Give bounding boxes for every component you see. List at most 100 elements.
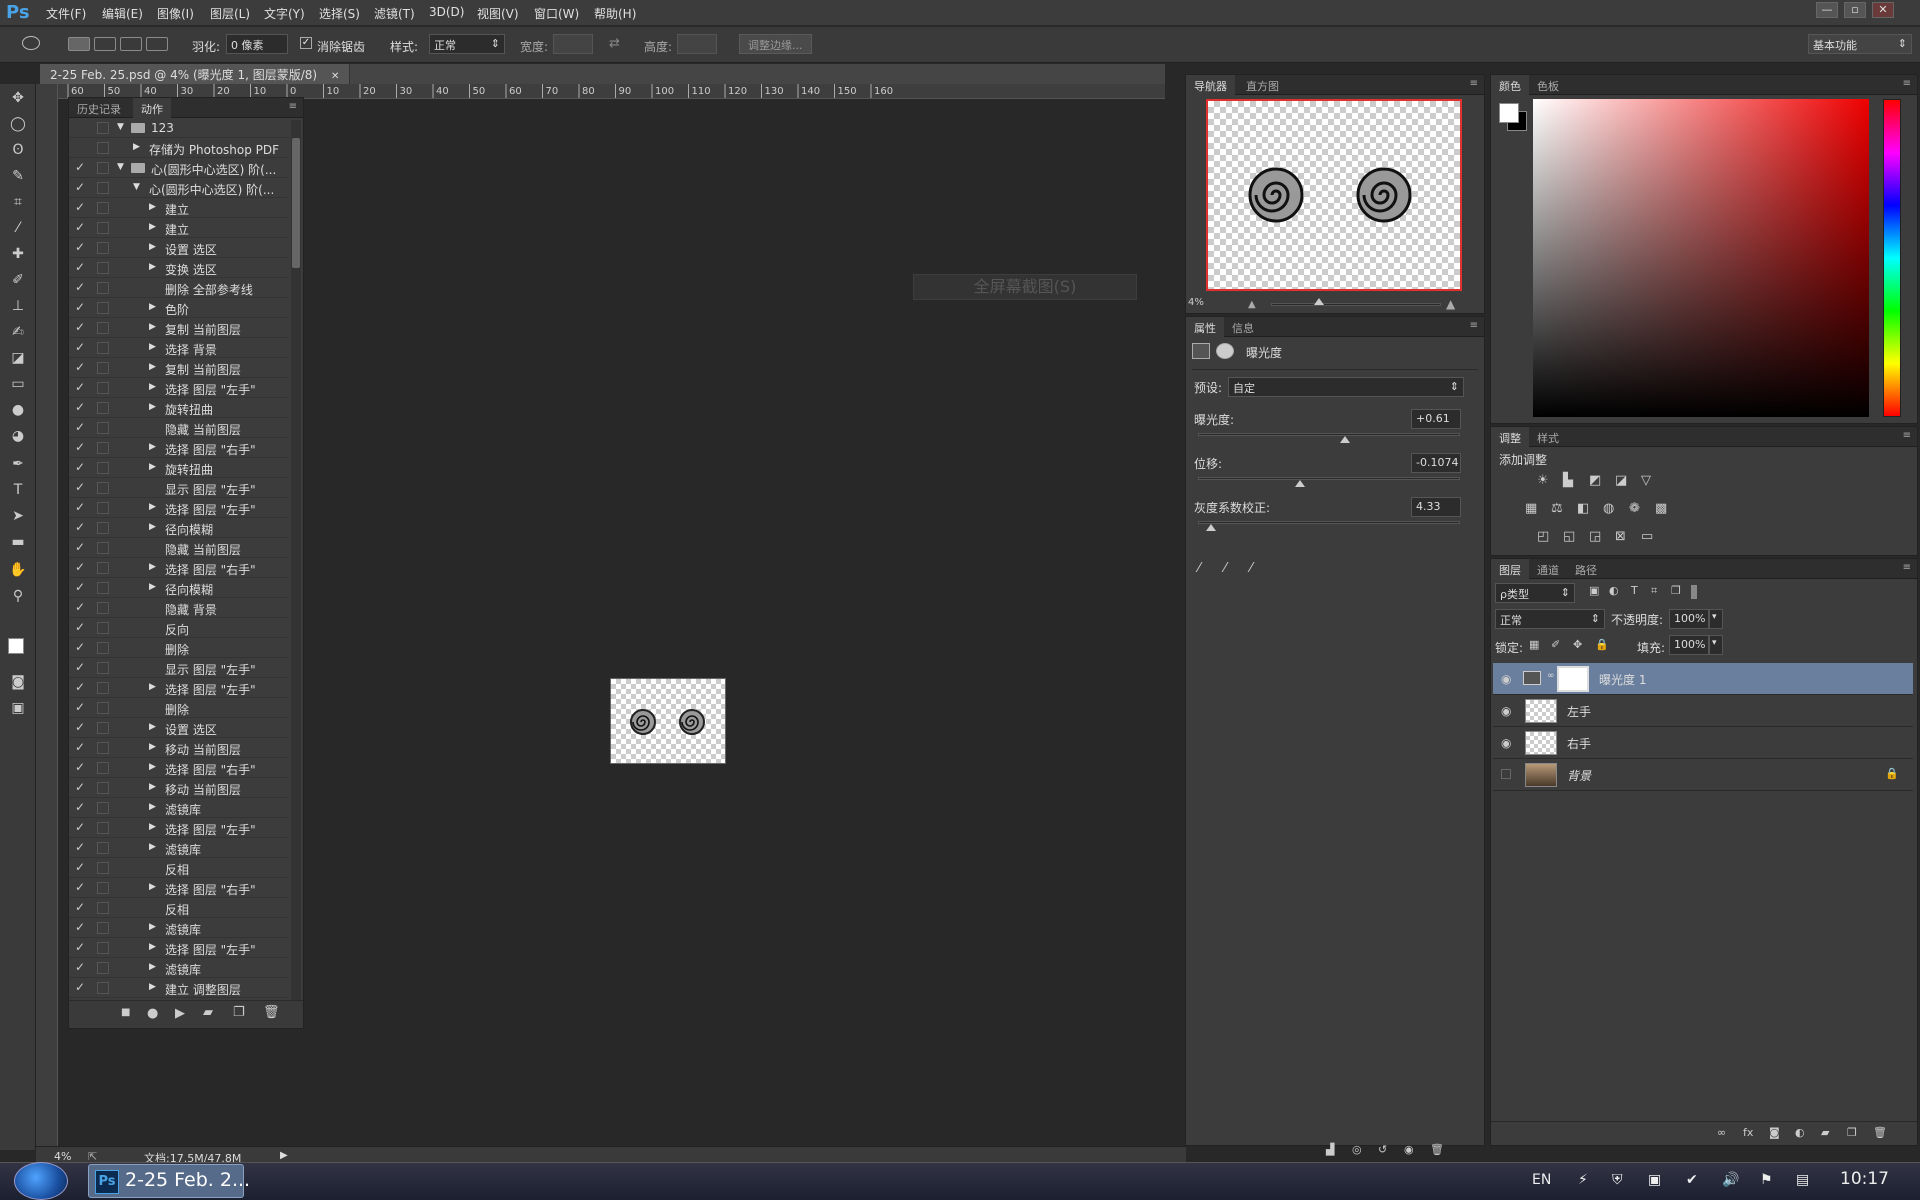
dialog-toggle[interactable]: [97, 122, 109, 134]
eraser-tool-icon[interactable]: ◪: [6, 348, 30, 368]
action-row[interactable]: ▶ 存储为 Photoshop PDF: [69, 138, 289, 158]
expand-right-icon[interactable]: ▶: [149, 322, 156, 332]
dialog-toggle[interactable]: [97, 182, 109, 194]
action-check[interactable]: ✓: [75, 180, 87, 194]
screen-mode-icon[interactable]: ▣: [6, 698, 30, 718]
action-row[interactable]: ✓ ▶ 旋转扭曲: [69, 398, 289, 418]
tab-paths[interactable]: 路径: [1567, 559, 1605, 579]
dialog-toggle[interactable]: [97, 762, 109, 774]
menu-3d[interactable]: 3D(D): [429, 5, 464, 19]
menu-image[interactable]: 图像(I): [157, 5, 194, 22]
action-row[interactable]: ✓ ▶ 选择 图层 "左手": [69, 818, 289, 838]
curves-icon[interactable]: ◩: [1589, 473, 1601, 488]
refine-edge-button[interactable]: 调整边缘...: [739, 34, 812, 54]
tab-color[interactable]: 颜色: [1491, 75, 1529, 95]
offset-input[interactable]: -0.1074: [1411, 453, 1461, 473]
workspace-select[interactable]: 基本功能 ⇕: [1808, 34, 1912, 54]
expand-right-icon[interactable]: ▶: [149, 842, 156, 852]
foreground-color-swatch[interactable]: [8, 638, 24, 654]
tab-adjustments[interactable]: 调整: [1491, 427, 1529, 447]
action-check[interactable]: ✓: [75, 980, 87, 994]
dialog-toggle[interactable]: [97, 402, 109, 414]
fill-input[interactable]: 100%: [1669, 635, 1709, 655]
layer-name[interactable]: 右手: [1567, 735, 1591, 752]
layer-filter-select[interactable]: ρ类型 ⇕: [1495, 583, 1575, 603]
action-check[interactable]: ✓: [75, 380, 87, 394]
action-row[interactable]: ✓ ▼ 心(圆形中心选区) 阶(...: [69, 158, 289, 178]
expand-right-icon[interactable]: ▶: [149, 922, 156, 932]
dialog-toggle[interactable]: [97, 902, 109, 914]
history-brush-tool-icon[interactable]: ✍: [6, 322, 30, 342]
action-row[interactable]: ✓ 显示 图层 "左手": [69, 658, 289, 678]
close-window-button[interactable]: ✕: [1872, 2, 1894, 18]
gamma-input[interactable]: 4.33: [1411, 497, 1461, 517]
dialog-toggle[interactable]: [97, 942, 109, 954]
taskbar-photoshop-item[interactable]: Ps 2-25 Feb. 2...: [88, 1164, 250, 1198]
action-row[interactable]: ✓ 反向: [69, 618, 289, 638]
dialog-toggle[interactable]: [97, 582, 109, 594]
offset-slider[interactable]: [1198, 477, 1460, 480]
dialog-toggle[interactable]: [97, 142, 109, 154]
style-select[interactable]: 正常 ⇕: [429, 34, 505, 54]
eyedropper-black-icon[interactable]: ⁄: [1198, 561, 1200, 576]
tab-navigator[interactable]: 导航器: [1186, 75, 1235, 95]
height-input[interactable]: [677, 34, 717, 54]
menu-layer[interactable]: 图层(L): [210, 5, 250, 22]
action-row[interactable]: ✓ ▶ 选择 图层 "左手": [69, 498, 289, 518]
tray-shield-icon[interactable]: ⛨: [1612, 1172, 1623, 1188]
blur-tool-icon[interactable]: ●: [6, 400, 30, 420]
black-white-icon[interactable]: ◧: [1577, 501, 1589, 516]
action-check[interactable]: ✓: [75, 820, 87, 834]
close-tab-icon[interactable]: ✕: [331, 71, 339, 82]
dialog-toggle[interactable]: [97, 302, 109, 314]
action-check[interactable]: ✓: [75, 440, 87, 454]
dialog-toggle[interactable]: [97, 422, 109, 434]
levels-icon[interactable]: ▙: [1563, 473, 1573, 488]
navigator-zoom-thumb[interactable]: [1314, 298, 1324, 305]
action-row[interactable]: ✓ ▼ 心(圆形中心选区) 阶(...: [69, 178, 289, 198]
zoom-out-icon[interactable]: ▲: [1248, 299, 1256, 310]
dialog-toggle[interactable]: [97, 962, 109, 974]
menu-filter[interactable]: 滤镜(T): [374, 5, 415, 22]
expand-right-icon[interactable]: ▶: [149, 802, 156, 812]
dialog-toggle[interactable]: [97, 322, 109, 334]
dialog-toggle[interactable]: [97, 862, 109, 874]
layer-name[interactable]: 左手: [1567, 703, 1591, 720]
delete-trash-icon[interactable]: 🗑: [1873, 1126, 1887, 1139]
dialog-toggle[interactable]: [97, 342, 109, 354]
action-row[interactable]: ✓ ▶ 选择 图层 "左手": [69, 678, 289, 698]
expand-right-icon[interactable]: ▶: [149, 242, 156, 252]
visibility-icon[interactable]: ◉: [1404, 1143, 1414, 1156]
action-row[interactable]: ✓ ▶ 选择 图层 "左手": [69, 938, 289, 958]
action-row[interactable]: ✓ ▶ 色阶: [69, 298, 289, 318]
menu-view[interactable]: 视图(V): [477, 5, 519, 22]
action-check[interactable]: ✓: [75, 420, 87, 434]
lock-pixels-icon[interactable]: ✐: [1551, 638, 1560, 651]
navigator-zoom[interactable]: 4%: [1188, 297, 1204, 308]
menu-file[interactable]: 文件(F): [46, 5, 86, 22]
action-check[interactable]: ✓: [75, 920, 87, 934]
lock-position-icon[interactable]: ✥: [1573, 638, 1582, 651]
action-row[interactable]: ✓ ▶ 建立: [69, 198, 289, 218]
tray-volume-icon[interactable]: 🔊: [1722, 1172, 1739, 1188]
action-check[interactable]: ✓: [75, 940, 87, 954]
exposure-slider-thumb[interactable]: [1339, 436, 1350, 443]
marquee-tool-icon[interactable]: ◯: [6, 114, 30, 134]
expand-right-icon[interactable]: ▶: [149, 782, 156, 792]
opacity-dropdown-icon[interactable]: ▾: [1709, 609, 1723, 629]
action-row[interactable]: ▼ 123: [69, 118, 289, 138]
action-check[interactable]: ✓: [75, 700, 87, 714]
view-previous-icon[interactable]: ◎: [1352, 1143, 1362, 1156]
shape-tool-icon[interactable]: ▬: [6, 532, 30, 552]
action-check[interactable]: ✓: [75, 880, 87, 894]
action-row[interactable]: ✓ ▶ 选择 图层 "右手": [69, 558, 289, 578]
tray-monitor-icon[interactable]: ▤: [1796, 1172, 1809, 1188]
eye-icon[interactable]: ◉: [1501, 736, 1511, 750]
layer-row-exposure[interactable]: ◉ ∞ 曝光度 1: [1493, 663, 1913, 695]
panel-menu-icon[interactable]: ≡: [1903, 430, 1911, 441]
action-row[interactable]: ✓ 隐藏 当前图层: [69, 418, 289, 438]
path-select-tool-icon[interactable]: ➤: [6, 506, 30, 526]
dialog-toggle[interactable]: [97, 982, 109, 994]
action-check[interactable]: ✓: [75, 720, 87, 734]
action-row[interactable]: ✓ ▶ 选择 图层 "左手": [69, 378, 289, 398]
